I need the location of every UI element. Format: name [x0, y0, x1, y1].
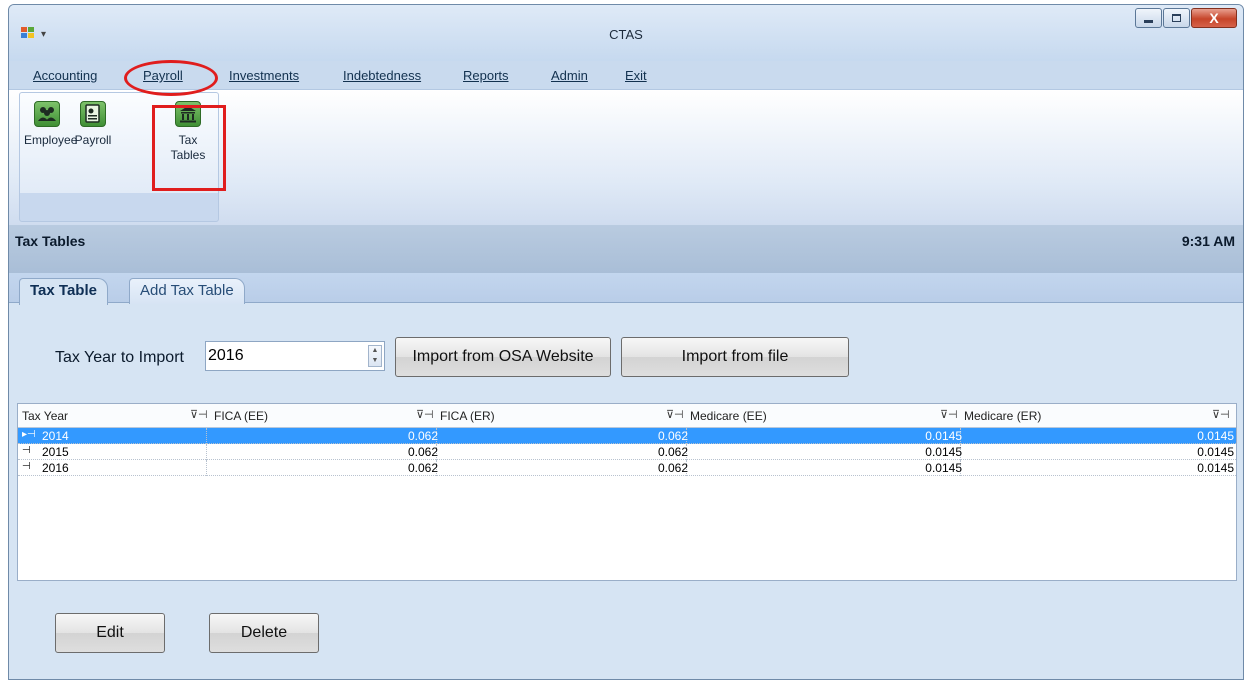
employee-label: Employee [24, 133, 78, 147]
menu-exit[interactable]: Exit [625, 68, 647, 83]
column-separator [206, 460, 207, 476]
window-title: CTAS [609, 27, 643, 42]
edit-button[interactable]: Edit [55, 613, 165, 653]
tax-year-input[interactable]: 2016 ▲ ▼ [205, 341, 385, 371]
page-header: Tax Tables 9:31 AM [9, 225, 1243, 273]
tab-strip: Tax Table Add Tax Table [9, 273, 1243, 305]
cell-medicare-er: 0.0145 [1197, 461, 1234, 475]
delete-button[interactable]: Delete [209, 613, 319, 653]
import-from-file-button[interactable]: Import from file [621, 337, 849, 377]
cell-fica-ee: 0.062 [407, 445, 438, 459]
cell-fica-er: 0.062 [657, 445, 688, 459]
row-pin-icon[interactable]: ⊣ [22, 461, 31, 472]
tax-year-value: 2016 [208, 347, 244, 364]
column-separator [206, 428, 207, 444]
cell-medicare-ee: 0.0145 [925, 429, 962, 443]
employee-button[interactable]: Employee [24, 101, 78, 148]
cell-year: 2014 [42, 429, 69, 443]
filter-pin-icon[interactable]: ⊽⊣ [416, 408, 434, 421]
menu-indebtedness[interactable]: Indebtedness [343, 68, 421, 83]
cell-medicare-ee: 0.0145 [925, 445, 962, 459]
minimize-button[interactable] [1135, 8, 1162, 28]
tax-table-grid: Tax Year ⊽⊣ FICA (EE) ⊽⊣ FICA (ER) ⊽⊣ Me… [17, 403, 1237, 581]
import-osa-website-button[interactable]: Import from OSA Website [395, 337, 611, 377]
filter-pin-icon[interactable]: ⊽⊣ [1212, 408, 1230, 421]
payroll-document-icon [80, 101, 106, 127]
tax-tables-highlight-annotation [152, 105, 226, 191]
content-panel: Tax Table Add Tax Table Tax Year to Impo… [9, 273, 1243, 679]
filter-pin-icon[interactable]: ⊽⊣ [666, 408, 684, 421]
cell-medicare-ee: 0.0145 [925, 461, 962, 475]
col-head-tax-year[interactable]: Tax Year [22, 409, 68, 423]
page-title: Tax Tables [15, 233, 86, 249]
employees-icon [34, 101, 60, 127]
cell-fica-ee: 0.062 [407, 461, 438, 475]
cell-year: 2016 [42, 461, 69, 475]
col-head-fica-er[interactable]: FICA (ER) [440, 409, 495, 423]
filter-pin-icon[interactable]: ⊽⊣ [190, 408, 208, 421]
maximize-button[interactable] [1163, 8, 1190, 28]
col-head-fica-ee[interactable]: FICA (EE) [214, 409, 268, 423]
table-row[interactable]: ⊣ 2015 0.062 0.062 0.0145 0.0145 [18, 444, 1236, 460]
close-button[interactable]: X [1191, 8, 1237, 28]
payroll-button[interactable]: Payroll [70, 101, 116, 148]
payroll-label: Payroll [74, 133, 112, 147]
row-pin-icon[interactable]: ⊣ [22, 445, 31, 456]
cell-fica-er: 0.062 [657, 429, 688, 443]
filter-pin-icon[interactable]: ⊽⊣ [940, 408, 958, 421]
close-icon: X [1209, 10, 1219, 26]
title-bar: ▾ CTAS X [9, 5, 1243, 61]
maximize-icon [1172, 14, 1181, 22]
menu-admin[interactable]: Admin [551, 68, 588, 83]
cell-fica-ee: 0.062 [407, 429, 438, 443]
payroll-highlight-annotation [124, 60, 218, 96]
cell-medicare-er: 0.0145 [1197, 429, 1234, 443]
grid-header: Tax Year ⊽⊣ FICA (EE) ⊽⊣ FICA (ER) ⊽⊣ Me… [18, 404, 1236, 428]
window-controls: X [1134, 8, 1237, 30]
col-head-medicare-ee[interactable]: Medicare (EE) [690, 409, 767, 423]
col-head-medicare-er[interactable]: Medicare (ER) [964, 409, 1041, 423]
menu-reports[interactable]: Reports [463, 68, 509, 83]
cell-fica-er: 0.062 [657, 461, 688, 475]
clock: 9:31 AM [1181, 233, 1235, 249]
cell-medicare-er: 0.0145 [1197, 445, 1234, 459]
current-row-indicator-icon[interactable]: ▸⊣ [22, 429, 36, 440]
table-row[interactable]: ▸⊣ 2014 0.062 0.062 0.0145 0.0145 [18, 428, 1236, 444]
menu-accounting[interactable]: Accounting [33, 68, 97, 83]
app-window: ▾ CTAS X Accounting Payroll Investments … [8, 4, 1244, 680]
cell-year: 2015 [42, 445, 69, 459]
table-row[interactable]: ⊣ 2016 0.062 0.062 0.0145 0.0145 [18, 460, 1236, 476]
menu-investments[interactable]: Investments [229, 68, 299, 83]
column-separator [206, 444, 207, 460]
tab-add-tax-table[interactable]: Add Tax Table [129, 278, 245, 304]
minimize-icon [1144, 19, 1153, 23]
year-spinner[interactable]: ▲ ▼ [368, 345, 382, 367]
tab-tax-table[interactable]: Tax Table [19, 278, 108, 305]
tax-year-label: Tax Year to Import [55, 349, 184, 366]
